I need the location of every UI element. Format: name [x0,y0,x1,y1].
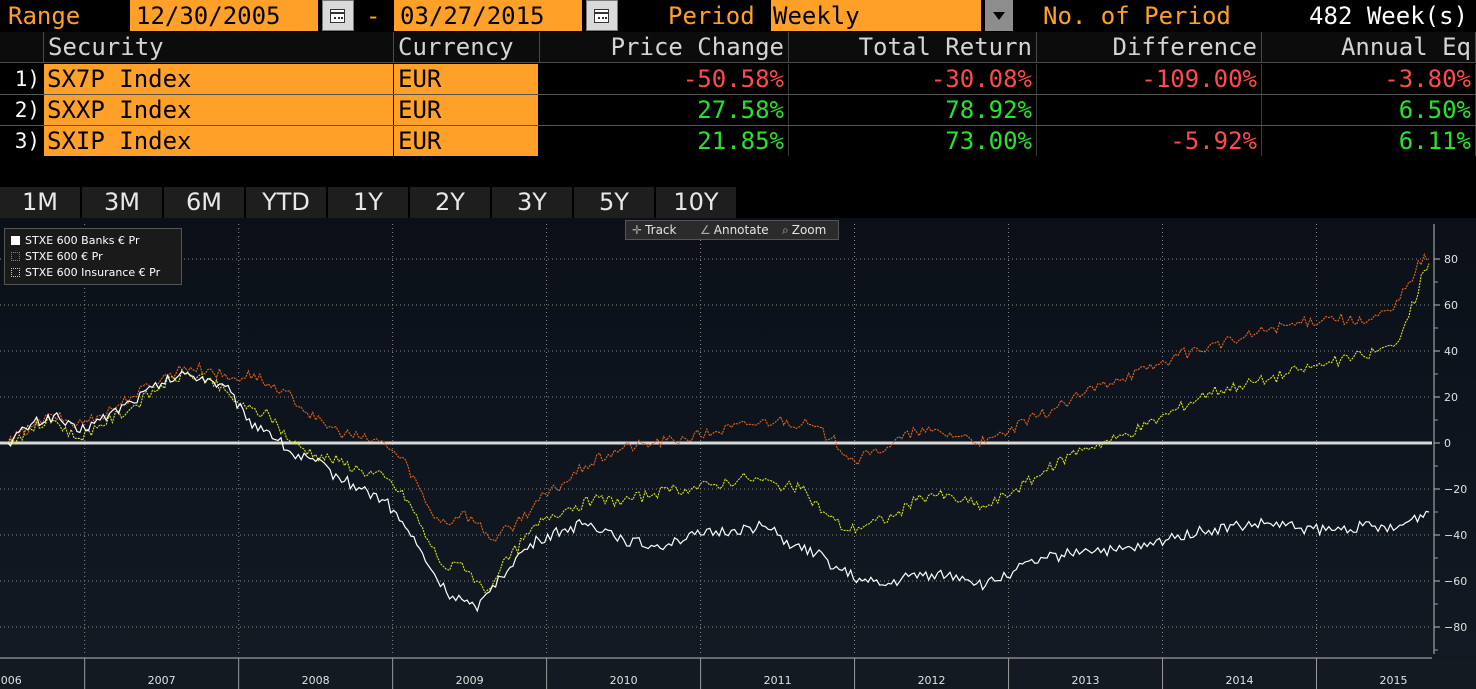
tab-ytd[interactable]: YTD [246,187,328,218]
x-tick-label: 2014 [1226,674,1254,687]
price-change-cell: 27.58% [540,95,789,125]
legend-item-banks[interactable]: STXE 600 Banks € Pr [11,233,140,249]
zoom-label: Zoom [791,223,827,237]
x-tick-label: 2009 [456,674,484,687]
col-header-difference[interactable]: Difference [1037,32,1262,63]
price-change-cell: -50.58% [540,64,789,94]
series-line-insurance[interactable] [7,263,1430,594]
annual-eq-cell: 6.50% [1262,95,1476,125]
col-header-annual-eq[interactable]: Annual Eq [1262,32,1476,63]
x-tick-label: 2013 [1072,674,1100,687]
y-tick-label: 20 [1444,391,1458,404]
x-axis: 2006 2007 2008 2009 2010 2011 2012 2013 2014 2015 [0,657,1432,689]
legend-item-stoxx600[interactable]: STXE 600 € Pr [11,249,103,265]
period-tab-bar: 1M 3M 6M YTD 1Y 2Y 3Y 5Y 10Y [0,187,738,218]
y-tick-label: −80 [1444,621,1467,634]
row-number: 1) [14,67,40,91]
total-return-cell: 73.00% [789,126,1037,156]
tab-5y[interactable]: 5Y [574,187,656,218]
row-number: 2) [14,98,40,122]
legend-swatch [11,252,20,261]
legend-label: STXE 600 Insurance € Pr [25,266,161,279]
total-return-cell: -30.08% [789,64,1037,94]
currency-cell[interactable]: EUR [394,64,538,94]
tab-3m[interactable]: 3M [82,187,164,218]
security-cell[interactable]: SXIP Index [44,126,394,156]
col-header-security[interactable]: Security [44,32,394,63]
period-select[interactable]: Weekly [771,0,981,31]
price-chart[interactable]: 806040200−20−40−60−80 200620072008200920… [0,218,1476,689]
chart-legend: STXE 600 Banks € Pr STXE 600 € Pr STXE 6… [4,228,182,285]
difference-cell [1037,95,1262,125]
y-tick-label: −20 [1444,483,1467,496]
num-period-value: 482 Week(s) [1309,2,1468,30]
tab-2y[interactable]: 2Y [410,187,492,218]
annotate-tool[interactable]: ∠ Annotate [700,221,769,239]
currency-cell[interactable]: EUR [394,95,538,125]
date-separator: - [366,2,381,30]
annotate-label: Annotate [713,223,769,237]
tab-1y[interactable]: 1Y [328,187,410,218]
chart-toolbar: ✛ Track ∠ Annotate ⌕ Zoom [625,220,839,240]
series-lines [7,252,1430,613]
y-tick-label: −40 [1444,529,1467,542]
end-date-field[interactable]: 03/27/2015 [394,0,582,31]
zoom-tool[interactable]: ⌕ Zoom [782,221,826,239]
chart-area[interactable]: 806040200−20−40−60−80 200620072008200920… [0,218,1476,689]
col-header-total-return[interactable]: Total Return [789,32,1037,63]
range-label: Range [8,2,81,30]
legend-swatch [11,268,20,277]
y-tick-label: −60 [1444,575,1467,588]
y-tick-label: 80 [1444,253,1458,266]
legend-item-insurance[interactable]: STXE 600 Insurance € Pr [11,265,160,281]
header-spacer [0,32,44,63]
col-header-currency[interactable]: Currency [394,32,540,63]
calendar-icon [594,9,609,23]
tab-3y[interactable]: 3Y [492,187,574,218]
track-tool[interactable]: ✛ Track [632,221,676,239]
x-tick-label: 2015 [1380,674,1408,687]
start-calendar-button[interactable] [322,0,354,31]
annual-eq-cell: -3.80% [1262,64,1476,94]
y-tick-label: 0 [1444,437,1451,450]
crosshair-icon: ✛ [632,223,643,237]
calendar-icon [330,9,345,23]
period-label: Period [668,2,755,30]
legend-swatch [11,236,20,245]
y-tick-label: 40 [1444,345,1458,358]
difference-cell: -109.00% [1037,64,1262,94]
row-number: 3) [14,129,40,153]
currency-cell[interactable]: EUR [394,126,538,156]
magnifier-icon: ⌕ [782,223,789,237]
period-dropdown-chevron-icon[interactable] [985,0,1013,31]
price-change-cell: 21.85% [540,126,789,156]
tab-6m[interactable]: 6M [164,187,246,218]
track-label: Track [645,223,677,237]
tab-1m[interactable]: 1M [0,187,82,218]
y-tick-label: 60 [1444,299,1458,312]
col-header-price-change[interactable]: Price Change [540,32,789,63]
legend-label: STXE 600 € Pr [25,250,103,263]
y-axis: 80 60 40 20 0 −20 −40 −60 −80 [1433,224,1467,654]
x-tick-label: 2012 [918,674,946,687]
start-date-field[interactable]: 12/30/2005 [130,0,318,31]
end-calendar-button[interactable] [586,0,618,31]
annual-eq-cell: 6.11% [1262,126,1476,156]
series-line-banks[interactable] [7,370,1430,613]
x-tick-label: 2007 [148,674,176,687]
difference-cell: -5.92% [1037,126,1262,156]
tab-10y[interactable]: 10Y [656,187,738,218]
x-tick-label: 2011 [764,674,792,687]
security-cell[interactable]: SX7P Index [44,64,394,94]
series-line-stoxx600[interactable] [7,252,1430,542]
x-tick-label: 2008 [302,674,330,687]
x-tick-label: 2010 [610,674,638,687]
num-period-label: No. of Period [1043,2,1231,30]
total-return-cell: 78.92% [789,95,1037,125]
x-tick-label: 2006 [0,674,22,687]
legend-label: STXE 600 Banks € Pr [25,234,140,247]
pencil-icon: ∠ [700,223,711,237]
security-cell[interactable]: SXXP Index [44,95,394,125]
chart-grid [0,224,1432,654]
